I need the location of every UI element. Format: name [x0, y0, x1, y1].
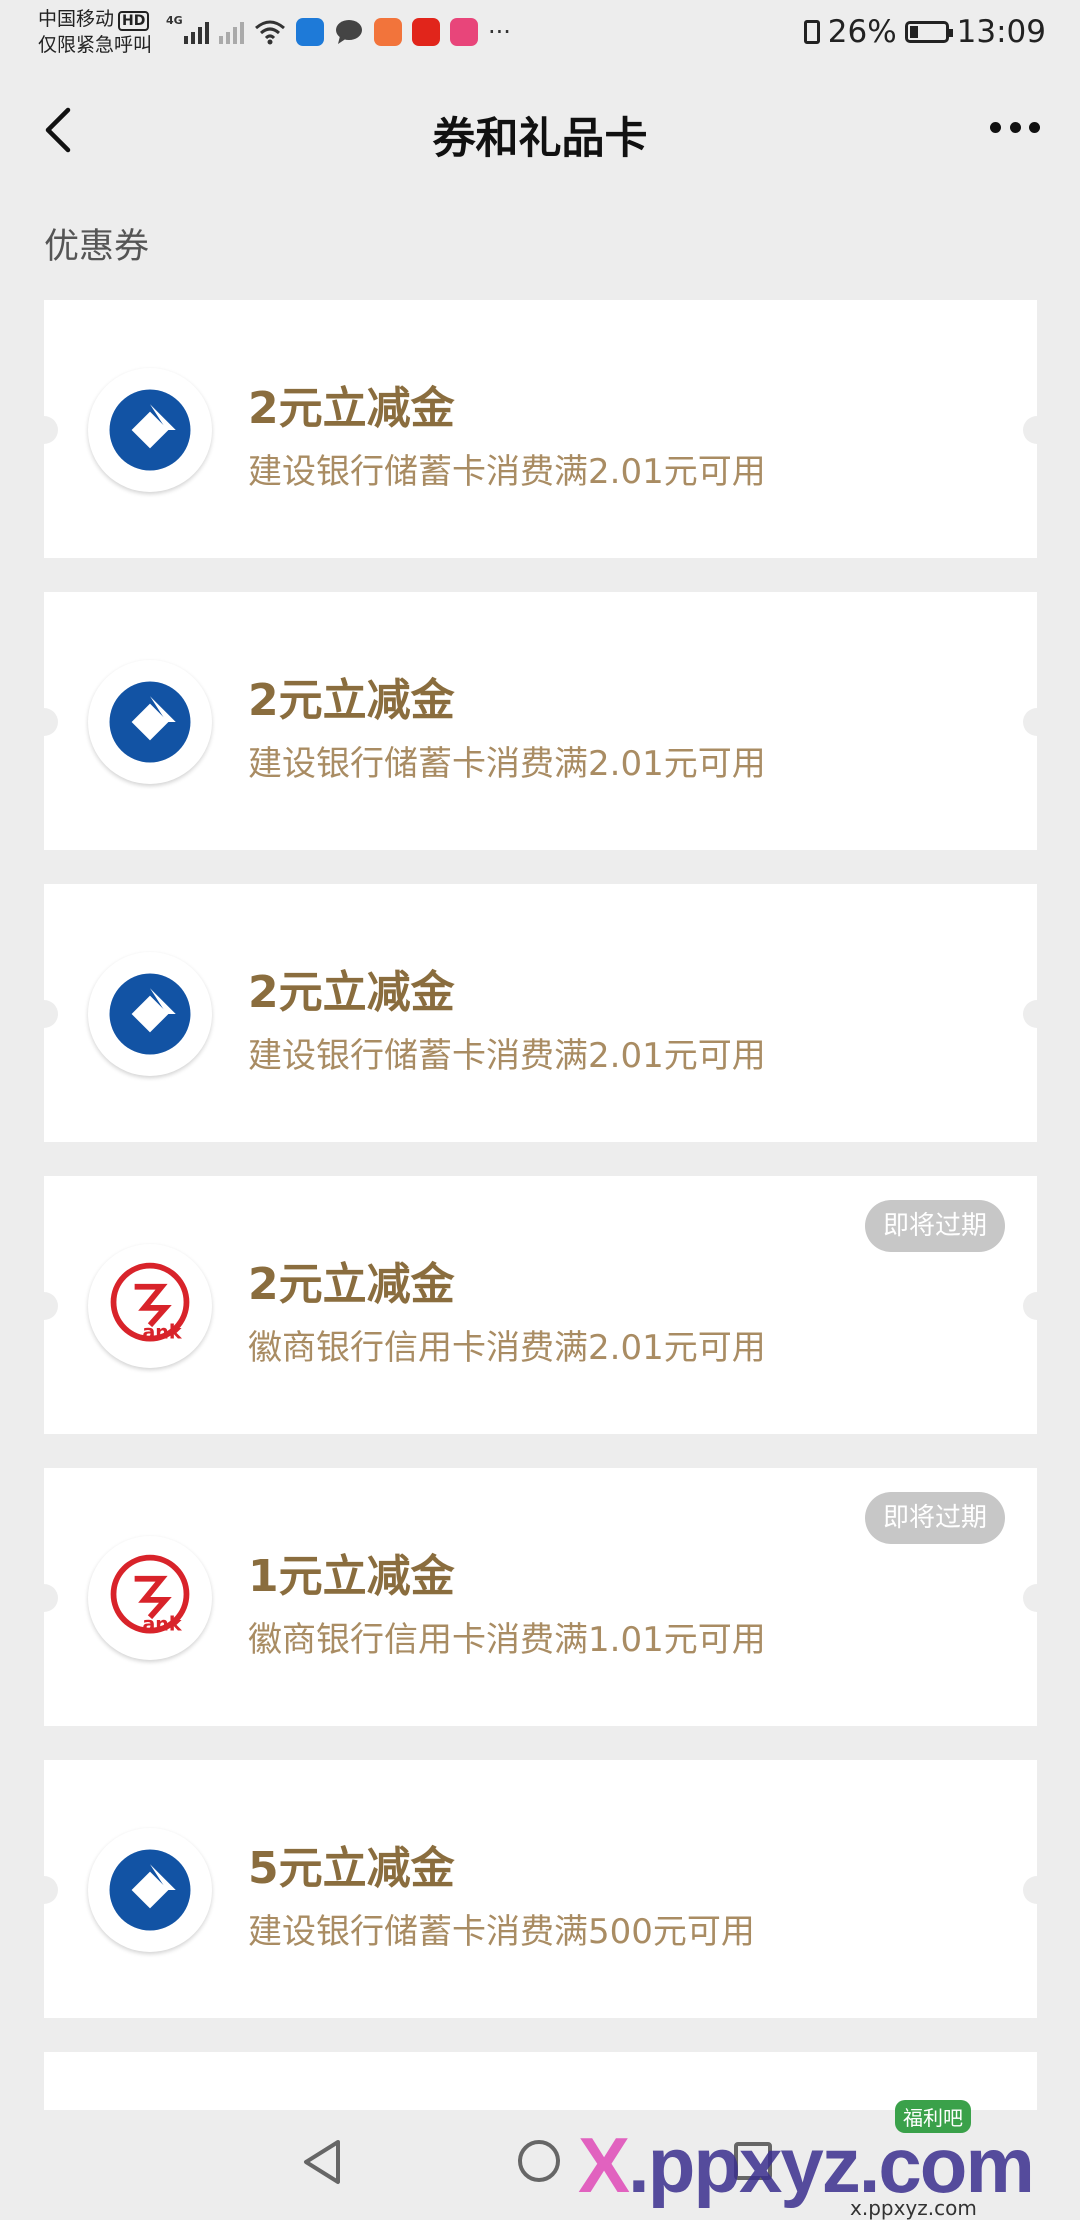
battery-percent: 26%	[827, 14, 897, 50]
coupon-title: 2元立减金	[248, 383, 455, 434]
coupon-title: 1元立减金	[248, 1551, 455, 1602]
expiring-badge: 即将过期	[864, 1492, 1005, 1544]
ccb-logo-icon	[88, 368, 212, 492]
hsb-logo-icon: ank	[88, 1244, 212, 1368]
coupon-card[interactable]: ank 1元立减金 徽商银行信用卡消费满1.01元可用 即将过期	[30, 1468, 1051, 1726]
coupon-card[interactable]: 2元立减金 建设银行储蓄卡消费满2.01元可用	[30, 884, 1051, 1142]
battery-icon	[904, 21, 953, 43]
status-bar: 中国移动 HD 仅限紧急呼叫 4G ··· 26% 13:09	[0, 0, 1080, 68]
status-right: 26% 13:09	[803, 14, 1046, 50]
hsb-logo-icon: ank	[88, 1536, 212, 1660]
coupon-title: 2元立减金	[248, 1259, 455, 1310]
chat-bubble-icon	[336, 20, 362, 44]
system-nav-bar: X.ppxyz.com 福利吧 x.ppxyz.com	[0, 2100, 1080, 2220]
ccb-logo-icon	[88, 660, 212, 784]
coupon-list: 2元立减金 建设银行储蓄卡消费满2.01元可用 2元立减金 建设银行储蓄卡消费满…	[30, 300, 1051, 2122]
signal-icon: 4G	[166, 14, 209, 44]
coupon-title: 2元立减金	[248, 967, 455, 1018]
nav-back-icon[interactable]	[300, 2138, 344, 2186]
jd-app-icon	[412, 18, 440, 46]
hd-badge: HD	[118, 11, 150, 31]
carrier-info: 中国移动 HD 仅限紧急呼叫	[38, 6, 152, 58]
coupon-title: 2元立减金	[248, 675, 455, 726]
coupon-description: 徽商银行信用卡消费满1.01元可用	[248, 1620, 766, 1660]
more-options-icon[interactable]	[990, 122, 1040, 136]
section-label: 优惠券	[44, 227, 150, 267]
ccb-logo-icon	[88, 1828, 212, 1952]
nav-home-icon[interactable]	[518, 2140, 560, 2182]
coupon-description: 建设银行储蓄卡消费满2.01元可用	[248, 452, 766, 492]
ccb-logo-icon	[88, 952, 212, 1076]
header: 券和礼品卡	[0, 84, 1080, 174]
coupon-description: 徽商银行信用卡消费满2.01元可用	[248, 1328, 766, 1368]
coupon-description: 建设银行储蓄卡消费满2.01元可用	[248, 1036, 766, 1076]
shield-app-icon	[296, 18, 324, 46]
app-icon	[450, 18, 478, 46]
wifi-icon	[255, 20, 285, 45]
signal-2-icon	[219, 20, 244, 44]
vibrate-icon	[803, 20, 820, 44]
coupon-title: 5元立减金	[248, 1843, 455, 1894]
hsb-logo-text: ank	[142, 1613, 183, 1636]
network-type: 4G	[166, 14, 183, 27]
watermark-badge: 福利吧	[895, 2100, 971, 2133]
coupon-card[interactable]: 5元立减金 建设银行储蓄卡消费满500元可用	[30, 1760, 1051, 2018]
more-notifications-icon: ···	[488, 18, 511, 46]
watermark-url: x.ppxyz.com	[850, 2196, 977, 2220]
hsb-logo-text: ank	[142, 1321, 183, 1344]
page-title: 券和礼品卡	[432, 114, 648, 164]
emergency-text: 仅限紧急呼叫	[38, 34, 153, 56]
coupon-card[interactable]: 2元立减金 建设银行储蓄卡消费满2.01元可用	[30, 592, 1051, 850]
expiring-badge: 即将过期	[864, 1200, 1005, 1252]
carrier-name: 中国移动	[38, 8, 115, 30]
coupon-description: 建设银行储蓄卡消费满500元可用	[248, 1912, 755, 1952]
coupon-description: 建设银行储蓄卡消费满2.01元可用	[248, 744, 766, 784]
clock: 13:09	[956, 14, 1046, 50]
coupon-card[interactable]: ank 2元立减金 徽商银行信用卡消费满2.01元可用 即将过期	[30, 1176, 1051, 1434]
battery-fill	[909, 26, 919, 38]
coupon-card[interactable]: 2元立减金 建设银行储蓄卡消费满2.01元可用	[30, 300, 1051, 558]
status-icons: 4G ···	[166, 12, 511, 52]
app-notification-icon	[374, 18, 402, 46]
